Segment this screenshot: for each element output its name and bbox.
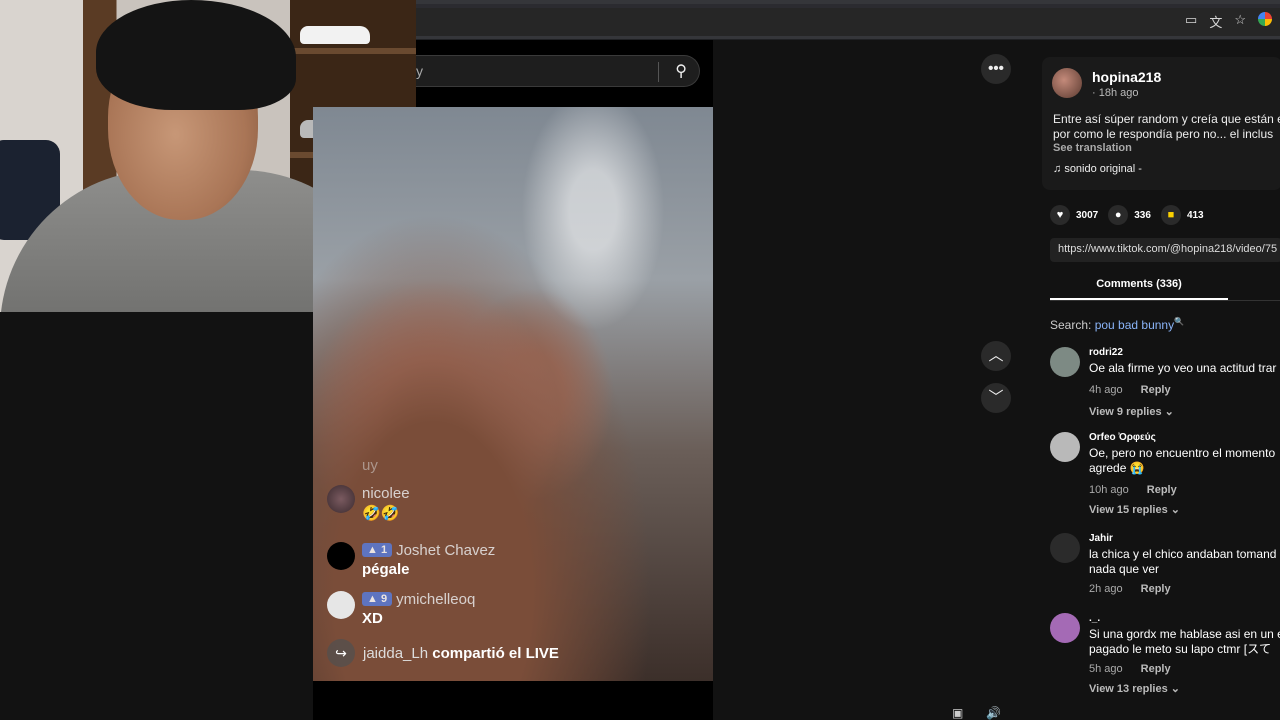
video-header: y ⚲ xyxy=(416,40,713,107)
dark-background xyxy=(0,312,313,720)
level-badge: ▲ 1 xyxy=(362,543,393,557)
comment-username[interactable]: Jahir xyxy=(1089,533,1113,544)
comment-time: 2h ago xyxy=(1089,583,1123,595)
webcam-shoe xyxy=(300,26,370,44)
chevron-up-icon[interactable]: ︿ xyxy=(981,341,1011,371)
chevron-down-icon: ⌄ xyxy=(1164,406,1174,418)
search-input[interactable]: y ⚲ xyxy=(416,55,700,87)
tab-divider xyxy=(1050,300,1280,301)
avatar xyxy=(327,542,355,570)
share-icon: ↪ xyxy=(327,639,355,667)
search-term-link[interactable]: pou bad bunny xyxy=(1095,318,1174,332)
like-stat[interactable]: ♥ 3007 xyxy=(1050,205,1098,225)
post-description-line: por como le respondía pero no... el incl… xyxy=(1053,127,1274,141)
search-divider xyxy=(658,62,659,82)
comment-text: Oe ala firme yo veo una actitud trar xyxy=(1089,361,1277,375)
search-icon[interactable]: ⚲ xyxy=(675,61,687,81)
chat-text: XD xyxy=(362,610,383,627)
avatar xyxy=(327,591,355,619)
share-username: jaidda_Lh xyxy=(363,645,429,662)
comment-icon[interactable]: ● xyxy=(1108,205,1129,225)
post-time: · 18h ago xyxy=(1092,87,1139,99)
avatar xyxy=(327,485,355,513)
comment-time: 10h ago xyxy=(1089,484,1129,496)
star-icon[interactable]: ☆ xyxy=(1234,12,1246,31)
save-stat[interactable]: ■ 413 xyxy=(1160,205,1204,225)
search-query: y xyxy=(416,63,423,79)
comment-username[interactable]: Orfeo Ὀρφεύς xyxy=(1089,432,1156,443)
video-link-field[interactable]: https://www.tiktok.com/@hopina218/video/… xyxy=(1050,238,1280,262)
comment-meta: 4h ago Reply xyxy=(1089,384,1189,396)
bookmark-icon[interactable]: ■ xyxy=(1160,205,1181,225)
reply-button[interactable]: Reply xyxy=(1147,484,1177,496)
more-options-icon[interactable]: ••• xyxy=(981,54,1011,84)
comment-time: 5h ago xyxy=(1089,663,1123,675)
post-description-line: Entre así súper random y creía que están… xyxy=(1053,112,1280,126)
comment-text: Oe, pero no encuentro el momento agrede 😭 xyxy=(1089,446,1276,475)
video-footer xyxy=(313,681,713,720)
chat-text: pégale xyxy=(362,561,410,578)
sound-link[interactable]: ♫ sonido original - xyxy=(1053,163,1142,175)
comment-stat[interactable]: ● 336 xyxy=(1108,205,1151,225)
miniplayer-icon[interactable]: ▣ xyxy=(952,706,963,720)
view-replies-button[interactable]: View 13 replies ⌄ xyxy=(1089,682,1180,695)
chat-username: nicolee xyxy=(362,485,410,502)
chat-username: ▲ 9 ymichelleoq xyxy=(362,591,475,608)
post-stats: ♥ 3007 ● 336 ■ 413 xyxy=(1050,205,1204,225)
search-icon[interactable]: 🔍 xyxy=(1174,317,1184,326)
reply-button[interactable]: Reply xyxy=(1141,583,1171,595)
chevron-down-icon: ⌄ xyxy=(1170,504,1180,516)
volume-icon[interactable]: 🔊 xyxy=(986,706,1001,720)
post-description: Entre así súper random y creía que están… xyxy=(1053,112,1280,142)
reply-button[interactable]: Reply xyxy=(1141,384,1171,396)
comment-text: Si una gordx me hablase asi en un e pagad… xyxy=(1089,627,1280,656)
share-notice: ↪ jaidda_Lh compartió el LIVE xyxy=(327,639,559,667)
browser-action-icons: ▭ 文 ☆ xyxy=(1185,12,1272,31)
avatar[interactable] xyxy=(1050,613,1080,643)
comment-search-highlight: Search: pou bad bunny🔍 xyxy=(1050,317,1184,332)
like-count: 3007 xyxy=(1076,209,1099,221)
comment-count: 336 xyxy=(1134,209,1151,221)
comment-meta: 10h ago Reply xyxy=(1089,484,1195,496)
heart-icon[interactable]: ♥ xyxy=(1050,205,1070,225)
chevron-down-icon[interactable]: ﹀ xyxy=(981,383,1011,413)
comment-meta: 5h ago Reply xyxy=(1089,663,1189,675)
save-count: 413 xyxy=(1186,209,1204,221)
comment-time: 4h ago xyxy=(1089,384,1123,396)
video-player[interactable]: uy nicolee 🤣🤣 ▲ 1 Joshet Chavez pégale ▲ … xyxy=(313,107,713,681)
avatar[interactable] xyxy=(1050,533,1080,563)
browser-toolbar: ▭ 文 ☆ xyxy=(416,0,1280,40)
see-translation-link[interactable]: See translation xyxy=(1053,142,1132,154)
reply-button[interactable]: Reply xyxy=(1141,663,1171,675)
webcam-person-hair xyxy=(96,0,296,110)
share-text: compartió el LIVE xyxy=(428,645,559,662)
search-prefix: Search: xyxy=(1050,318,1095,332)
view-replies-button[interactable]: View 15 replies ⌄ xyxy=(1089,503,1180,516)
music-note-icon: ♫ xyxy=(1053,163,1065,175)
post-username[interactable]: hopina218 xyxy=(1092,69,1161,85)
details-panel: hopina218 · 18h ago Entre así súper rand… xyxy=(1028,40,1280,720)
chevron-down-icon: ⌄ xyxy=(1170,683,1180,695)
comment-text: la chica y el chico andaban tomand nada q… xyxy=(1089,547,1277,576)
view-replies-button[interactable]: View 9 replies ⌄ xyxy=(1089,405,1174,418)
comment-username[interactable]: ._. xyxy=(1089,613,1100,624)
comment-username[interactable]: rodri22 xyxy=(1089,347,1123,358)
comment-meta: 2h ago Reply xyxy=(1089,583,1189,595)
webcam-shelf-board xyxy=(290,48,416,54)
translate-icon[interactable]: 文 xyxy=(1209,12,1222,31)
address-bar[interactable] xyxy=(416,8,1280,36)
avatar[interactable] xyxy=(1052,68,1082,98)
chat-text: 🤣🤣 xyxy=(362,505,400,522)
level-badge: ▲ 9 xyxy=(362,592,393,606)
profile-icon[interactable] xyxy=(1258,12,1272,26)
chat-username: ▲ 1 Joshet Chavez xyxy=(362,542,495,559)
cast-icon[interactable]: ▭ xyxy=(1185,12,1197,31)
avatar[interactable] xyxy=(1050,347,1080,377)
tab-comments[interactable]: Comments (336) xyxy=(1050,278,1228,300)
post-card: hopina218 · 18h ago Entre así súper rand… xyxy=(1042,57,1280,190)
chat-faded-text: uy xyxy=(362,457,378,474)
avatar[interactable] xyxy=(1050,432,1080,462)
sound-label: sonido original - xyxy=(1064,163,1142,175)
